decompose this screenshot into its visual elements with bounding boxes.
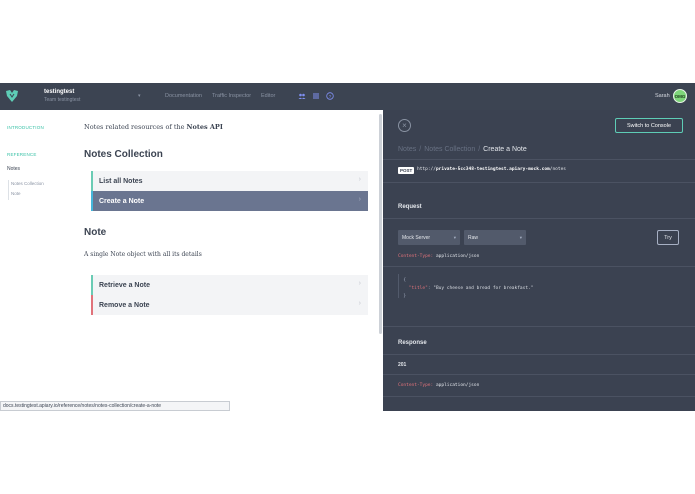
- help-icon[interactable]: ?: [326, 92, 334, 100]
- response-header-key: Content-Type:: [398, 383, 434, 388]
- sidebar-reference[interactable]: REFERENCE: [7, 152, 37, 157]
- project-owner: Team testingtest: [44, 97, 81, 103]
- action-label: Create a Note: [99, 197, 145, 205]
- body-close-brace: }: [403, 294, 407, 299]
- request-url: http://private-5cc348-testingtest.apiary…: [417, 167, 566, 172]
- action-create-a-note[interactable]: Create a Note ›: [91, 191, 368, 211]
- body-key: "title": [408, 286, 428, 291]
- api-intro-text: Notes related resources of the Notes API: [84, 123, 223, 131]
- url-prefix: http://: [417, 167, 436, 172]
- format-select[interactable]: Raw ▾: [464, 230, 526, 245]
- chevron-down-icon: ▾: [519, 235, 522, 240]
- divider: [383, 326, 695, 327]
- apiary-app: testingtest Team testingtest ▾ Documenta…: [0, 83, 695, 411]
- action-remove-a-note[interactable]: Remove a Note ›: [91, 295, 368, 315]
- top-bar: testingtest Team testingtest ▾ Documenta…: [0, 83, 695, 110]
- action-label: Remove a Note: [99, 301, 150, 309]
- main-content: Notes related resources of the Notes API…: [74, 110, 382, 411]
- response-header-value: application/json: [433, 383, 480, 388]
- console-panel: × Switch to Console Notes / Notes Collecti…: [383, 110, 695, 411]
- close-icon[interactable]: ×: [398, 119, 411, 132]
- response-header: Content-Type: application/json: [398, 383, 479, 388]
- avatar[interactable]: OMG: [673, 89, 687, 103]
- sidebar: INTRODUCTION REFERENCE Notes Notes Colle…: [0, 110, 74, 411]
- browser-status-bar: docs.testingtest.apiary.io/reference/not…: [0, 401, 230, 411]
- url-host: private-5cc348-testingtest.apiary-mock.c…: [435, 167, 550, 172]
- divider: [383, 374, 695, 375]
- response-status-code: 201: [398, 362, 407, 368]
- main-scrollbar[interactable]: [379, 114, 382, 334]
- chevron-down-icon: ▾: [453, 235, 456, 240]
- action-label: Retrieve a Note: [99, 281, 150, 289]
- intro-prefix: Notes related resources of the: [84, 123, 187, 131]
- body-value: "Buy cheese and bread for breakfast.": [433, 286, 534, 291]
- intro-api-name: Notes API: [186, 123, 223, 131]
- http-method-badge: POST: [398, 167, 415, 174]
- format-select-value: Raw: [468, 234, 479, 241]
- chevron-right-icon: ›: [358, 196, 361, 203]
- divider: [383, 218, 695, 219]
- request-header-value: application/json: [433, 254, 480, 259]
- divider: [383, 182, 695, 183]
- nav-documentation[interactable]: Documentation: [165, 93, 202, 99]
- nav-traffic-inspector[interactable]: Traffic Inspector: [212, 93, 251, 99]
- server-select-value: Mock Server: [402, 234, 431, 241]
- request-header: Content-Type: application/json: [398, 254, 479, 259]
- sidebar-item-note[interactable]: Note: [11, 191, 21, 196]
- project-name[interactable]: testingtest: [44, 89, 74, 95]
- divider: [383, 354, 695, 355]
- team-icon[interactable]: [298, 92, 306, 100]
- divider: [383, 396, 695, 397]
- action-label: List all Notes: [99, 177, 143, 185]
- sidebar-item-notes[interactable]: Notes: [7, 166, 20, 172]
- breadcrumb-create-a-note: Create a Note: [483, 146, 527, 153]
- server-select[interactable]: Mock Server ▾: [398, 230, 460, 245]
- url-path: /notes: [549, 167, 567, 172]
- breadcrumb-notes[interactable]: Notes: [398, 146, 416, 153]
- sidebar-introduction[interactable]: INTRODUCTION: [7, 125, 44, 130]
- breadcrumb-separator: /: [419, 146, 422, 153]
- divider: [383, 159, 695, 160]
- chevron-right-icon: ›: [358, 300, 361, 307]
- section-title-notes-collection: Notes Collection: [84, 149, 163, 160]
- svg-text:?: ?: [329, 94, 332, 99]
- body-open-brace: {: [403, 278, 407, 283]
- try-button[interactable]: Try: [657, 230, 679, 245]
- breadcrumb-notes-collection[interactable]: Notes Collection: [424, 146, 475, 153]
- request-title: Request: [398, 204, 422, 210]
- action-retrieve-a-note[interactable]: Retrieve a Note ›: [91, 275, 368, 295]
- divider: [383, 266, 695, 267]
- chevron-right-icon: ›: [358, 280, 361, 287]
- sidebar-tree-line: [8, 180, 9, 200]
- nav-editor[interactable]: Editor: [261, 93, 275, 99]
- list-icon[interactable]: [312, 92, 320, 100]
- request-body: { "title": "Buy cheese and bread for bre…: [398, 277, 533, 301]
- chevron-right-icon: ›: [358, 176, 361, 183]
- section-title-note: Note: [84, 227, 107, 238]
- response-title: Response: [398, 340, 427, 346]
- user-name[interactable]: Sarah: [655, 93, 670, 99]
- request-header-key: Content-Type:: [398, 254, 434, 259]
- action-list-all-notes[interactable]: List all Notes ›: [91, 171, 368, 191]
- switch-to-console-button[interactable]: Switch to Console: [615, 118, 683, 133]
- project-switcher-chevron-down-icon[interactable]: ▾: [138, 93, 141, 99]
- apiary-logo-icon[interactable]: [5, 89, 19, 103]
- sidebar-item-notes-collection[interactable]: Notes Collection: [11, 181, 44, 186]
- breadcrumb-separator: /: [478, 146, 481, 153]
- breadcrumb: Notes / Notes Collection / Create a Note: [398, 146, 527, 153]
- section-desc-note: A single Note object with all its detail…: [84, 251, 202, 258]
